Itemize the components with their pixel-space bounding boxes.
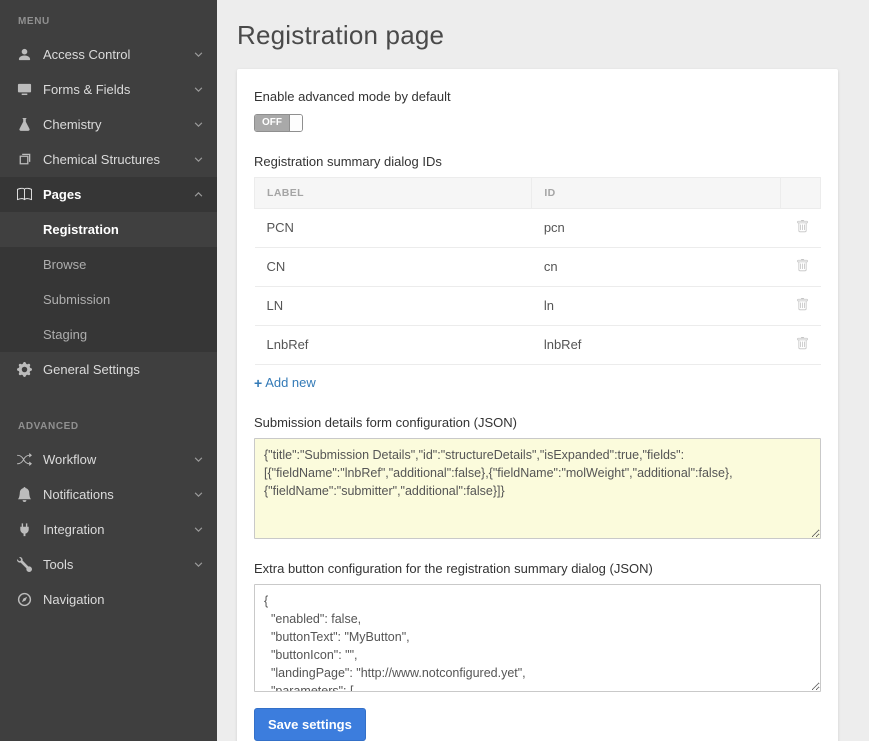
sidebar-item-label: Navigation [43, 592, 104, 607]
column-header-label: LABEL [255, 177, 532, 208]
user-icon [16, 47, 32, 63]
add-new-label: Add new [265, 375, 316, 390]
row-label-cell: CN [255, 247, 532, 286]
sidebar-item-chemical-structures[interactable]: Chemical Structures [0, 142, 217, 177]
sidebar-item-label: Chemistry [43, 117, 102, 132]
app-window: MENU Access Control Forms & Fields Chem [0, 0, 869, 741]
extra-button-config-textarea[interactable]: { "enabled": false, "buttonText": "MyBut… [254, 584, 821, 692]
chevron-down-icon [194, 85, 203, 94]
sidebar-item-access-control[interactable]: Access Control [0, 37, 217, 72]
sidebar-item-label: Chemical Structures [43, 152, 160, 167]
submission-config-label: Submission details form configuration (J… [254, 415, 821, 430]
gear-icon [16, 362, 32, 378]
sidebar-item-label: Pages [43, 187, 81, 202]
sidebar-item-label: Access Control [43, 47, 130, 62]
summary-ids-table: LABEL ID PCN pcn CN cn [254, 177, 821, 365]
row-label-cell: LnbRef [255, 325, 532, 364]
sidebar-item-general-settings[interactable]: General Settings [0, 352, 217, 387]
page-title: Registration page [237, 20, 838, 51]
sidebar-item-notifications[interactable]: Notifications [0, 477, 217, 512]
sidebar-subitem-submission[interactable]: Submission [0, 282, 217, 317]
structures-icon [16, 152, 32, 168]
trash-icon[interactable] [796, 259, 809, 272]
sidebar-item-integration[interactable]: Integration [0, 512, 217, 547]
sidebar-subitem-staging[interactable]: Staging [0, 317, 217, 352]
sidebar-subitem-registration[interactable]: Registration [0, 212, 217, 247]
toggle-knob [289, 115, 302, 131]
chevron-down-icon [194, 560, 203, 569]
row-id-cell: cn [532, 247, 781, 286]
advanced-mode-toggle[interactable]: OFF [254, 114, 303, 132]
pages-section: Pages Registration Browse Submission Sta… [0, 177, 217, 352]
book-icon [16, 187, 32, 203]
chevron-up-icon [194, 190, 203, 199]
plus-icon: + [254, 375, 262, 391]
column-header-actions [781, 177, 821, 208]
chevron-down-icon [194, 155, 203, 164]
row-id-cell: lnbRef [532, 325, 781, 364]
add-new-link[interactable]: + Add new [254, 375, 316, 391]
sidebar-item-tools[interactable]: Tools [0, 547, 217, 582]
sidebar-item-label: Tools [43, 557, 73, 572]
sidebar-item-workflow[interactable]: Workflow [0, 442, 217, 477]
sidebar-item-label: Workflow [43, 452, 96, 467]
wrench-icon [16, 557, 32, 573]
bell-icon [16, 487, 32, 503]
table-row: LN ln [255, 286, 821, 325]
table-header-row: LABEL ID [255, 177, 821, 208]
chevron-down-icon [194, 50, 203, 59]
table-row: PCN pcn [255, 208, 821, 247]
row-id-cell: ln [532, 286, 781, 325]
shuffle-icon [16, 452, 32, 468]
trash-icon[interactable] [796, 298, 809, 311]
sidebar-item-chemistry[interactable]: Chemistry [0, 107, 217, 142]
monitor-icon [16, 82, 32, 98]
sidebar-item-label: Integration [43, 522, 104, 537]
summary-ids-label: Registration summary dialog IDs [254, 154, 821, 169]
column-header-id: ID [532, 177, 781, 208]
chevron-down-icon [194, 525, 203, 534]
sidebar-item-navigation[interactable]: Navigation [0, 582, 217, 617]
sidebar: MENU Access Control Forms & Fields Chem [0, 0, 217, 741]
flask-icon [16, 117, 32, 133]
compass-icon [16, 592, 32, 608]
trash-icon[interactable] [796, 337, 809, 350]
sidebar-item-forms-fields[interactable]: Forms & Fields [0, 72, 217, 107]
sidebar-item-label: Forms & Fields [43, 82, 130, 97]
settings-card: Enable advanced mode by default OFF Regi… [237, 69, 838, 741]
sidebar-subitem-browse[interactable]: Browse [0, 247, 217, 282]
chevron-down-icon [194, 120, 203, 129]
menu-section-header: MENU [0, 0, 217, 37]
chevron-down-icon [194, 455, 203, 464]
trash-icon[interactable] [796, 220, 809, 233]
toggle-state-label: OFF [255, 115, 289, 131]
advanced-section-header: ADVANCED [0, 405, 217, 442]
advanced-mode-label: Enable advanced mode by default [254, 89, 821, 104]
main-content: Registration page Enable advanced mode b… [217, 0, 869, 741]
row-label-cell: LN [255, 286, 532, 325]
sidebar-item-pages[interactable]: Pages [0, 177, 217, 212]
row-id-cell: pcn [532, 208, 781, 247]
extra-button-config-label: Extra button configuration for the regis… [254, 561, 821, 576]
save-settings-button[interactable]: Save settings [254, 708, 366, 741]
submission-config-textarea[interactable]: {"title":"Submission Details","id":"stru… [254, 438, 821, 539]
chevron-down-icon [194, 490, 203, 499]
sidebar-item-label: Notifications [43, 487, 114, 502]
row-label-cell: PCN [255, 208, 532, 247]
plug-icon [16, 522, 32, 538]
table-row: LnbRef lnbRef [255, 325, 821, 364]
table-row: CN cn [255, 247, 821, 286]
sidebar-item-label: General Settings [43, 362, 140, 377]
